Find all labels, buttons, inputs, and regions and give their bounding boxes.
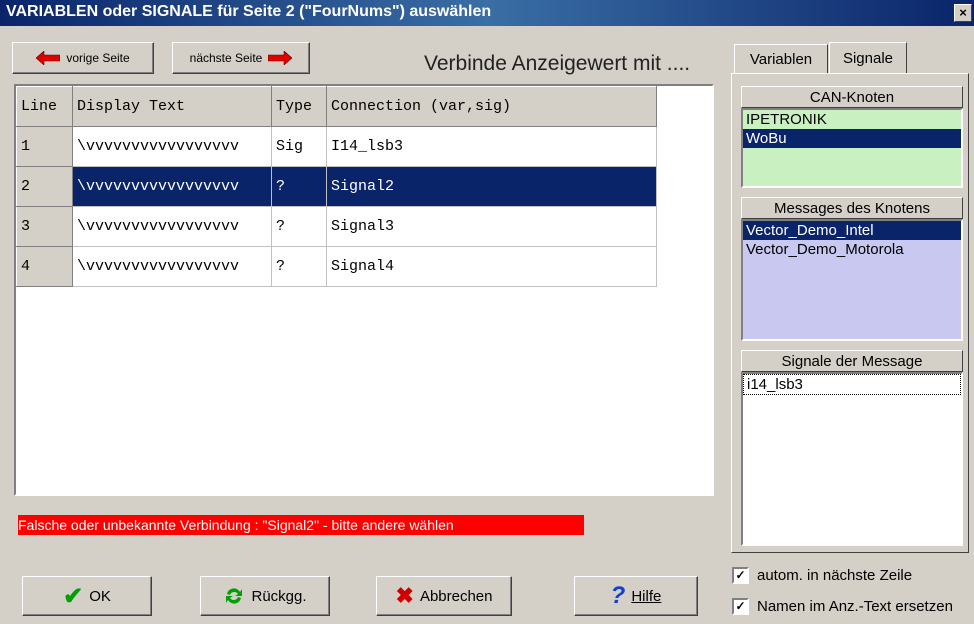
replace-names-checkbox[interactable]: ✓ Namen im Anz.-Text ersetzen xyxy=(732,598,953,615)
tab-signale[interactable]: Signale xyxy=(829,42,907,74)
display-text-cell[interactable]: \vvvvvvvvvvvvvvvvv xyxy=(72,246,272,287)
tab-variablen[interactable]: Variablen xyxy=(734,44,828,74)
list-item[interactable]: IPETRONIK xyxy=(743,110,961,129)
cross-icon: ✖ xyxy=(395,583,414,608)
ok-label: OK xyxy=(89,587,111,605)
close-button[interactable]: × xyxy=(954,4,972,22)
error-message: Falsche oder unbekannte Verbindung : "Si… xyxy=(18,515,584,535)
replace-names-label: Namen im Anz.-Text ersetzen xyxy=(757,598,953,615)
auto-next-line-label: autom. in nächste Zeile xyxy=(757,567,913,584)
list-item[interactable]: i14_lsb3 xyxy=(743,374,961,395)
connection-cell[interactable]: Signal2 xyxy=(326,166,657,207)
display-text-cell[interactable]: \vvvvvvvvvvvvvvvvv xyxy=(72,166,272,207)
display-text-cell[interactable]: \vvvvvvvvvvvvvvvvv xyxy=(72,126,272,167)
undo-button[interactable]: Rückgg. xyxy=(200,576,330,616)
cancel-label: Abbrechen xyxy=(419,587,493,605)
table-row[interactable]: 4 \vvvvvvvvvvvvvvvvv ? Signal4 xyxy=(16,246,657,287)
type-cell[interactable]: ? xyxy=(271,246,327,287)
type-cell[interactable]: Sig xyxy=(271,126,327,167)
signals-header: Signale der Message xyxy=(741,350,963,372)
list-item-selected[interactable]: WoBu xyxy=(743,129,961,148)
row-number: 4 xyxy=(16,246,73,287)
help-button[interactable]: ? Hilfe xyxy=(574,576,698,616)
column-header-line[interactable]: Line xyxy=(16,86,73,127)
cancel-button[interactable]: ✖ Abbrechen xyxy=(376,576,512,616)
column-header-type[interactable]: Type xyxy=(271,86,327,127)
previous-page-label: vorige Seite xyxy=(66,51,130,65)
type-cell[interactable]: ? xyxy=(271,166,327,207)
previous-page-button[interactable]: vorige Seite xyxy=(12,42,154,74)
checkbox-checked-icon[interactable]: ✓ xyxy=(732,598,749,615)
table-row-selected[interactable]: 2 \vvvvvvvvvvvvvvvvv ? Signal2 xyxy=(16,166,657,207)
row-number: 3 xyxy=(16,206,73,247)
messages-header: Messages des Knotens xyxy=(741,197,963,219)
display-text-cell[interactable]: \vvvvvvvvvvvvvvvvv xyxy=(72,206,272,247)
help-label: Hilfe xyxy=(631,587,662,605)
undo-label: Rückgg. xyxy=(251,587,307,605)
column-header-connection[interactable]: Connection (var,sig) xyxy=(326,86,657,127)
can-nodes-list[interactable]: IPETRONIK WoBu xyxy=(741,108,963,188)
arrow-right-icon xyxy=(268,51,293,65)
checkmark-icon: ✔ xyxy=(63,582,84,610)
connection-cell[interactable]: Signal3 xyxy=(326,206,657,247)
auto-next-line-checkbox[interactable]: ✓ autom. in nächste Zeile xyxy=(732,567,912,584)
next-page-label: nächste Seite xyxy=(189,51,263,65)
signal-grid[interactable]: Line Display Text Type Connection (var,s… xyxy=(14,84,714,496)
list-item[interactable]: Vector_Demo_Motorola xyxy=(743,240,961,259)
ok-button[interactable]: ✔ OK xyxy=(22,576,152,616)
checkbox-checked-icon[interactable]: ✓ xyxy=(732,567,749,584)
connection-cell[interactable]: Signal4 xyxy=(326,246,657,287)
table-row[interactable]: 1 \vvvvvvvvvvvvvvvvv Sig I14_lsb3 xyxy=(16,126,657,167)
window-title: VARIABLEN oder SIGNALE für Seite 2 ("Fou… xyxy=(6,3,492,20)
connect-heading: Verbinde Anzeigewert mit .... xyxy=(424,52,691,75)
row-number: 2 xyxy=(16,166,73,207)
table-row[interactable]: 3 \vvvvvvvvvvvvvvvvv ? Signal3 xyxy=(16,206,657,247)
list-item-selected[interactable]: Vector_Demo_Intel xyxy=(743,221,961,240)
question-mark-icon: ? xyxy=(610,582,626,609)
row-number: 1 xyxy=(16,126,73,167)
can-nodes-header: CAN-Knoten xyxy=(741,86,963,108)
type-cell[interactable]: ? xyxy=(271,206,327,247)
connection-cell[interactable]: I14_lsb3 xyxy=(326,126,657,167)
dialog-window: VARIABLEN oder SIGNALE für Seite 2 ("Fou… xyxy=(0,0,974,624)
signal-table: Line Display Text Type Connection (var,s… xyxy=(16,86,657,287)
column-header-display-text[interactable]: Display Text xyxy=(72,86,272,127)
next-page-button[interactable]: nächste Seite xyxy=(172,42,310,74)
title-bar: VARIABLEN oder SIGNALE für Seite 2 ("Fou… xyxy=(0,0,974,26)
messages-list[interactable]: Vector_Demo_Intel Vector_Demo_Motorola xyxy=(741,219,963,341)
arrow-left-icon xyxy=(36,51,61,65)
signals-list[interactable]: i14_lsb3 xyxy=(741,372,963,546)
table-header-row: Line Display Text Type Connection (var,s… xyxy=(16,86,657,127)
refresh-icon xyxy=(226,588,243,604)
